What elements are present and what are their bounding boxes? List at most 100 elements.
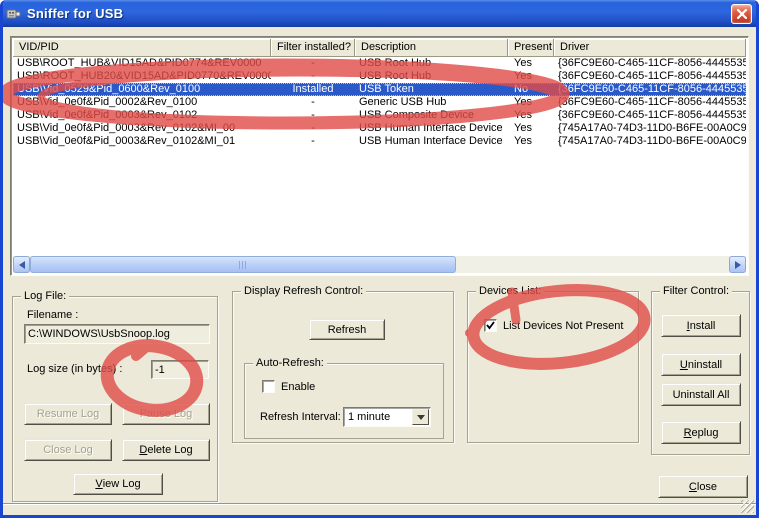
refresh-interval-label: Refresh Interval: bbox=[260, 411, 341, 423]
scroll-left-button[interactable] bbox=[13, 256, 30, 273]
cell-driver: {36FC9E60-C465-11CF-8056-44455354 bbox=[554, 70, 746, 83]
group-devices-list-legend: Devices List: bbox=[476, 285, 544, 297]
cell-filter: - bbox=[271, 70, 355, 83]
triangle-down-icon bbox=[417, 415, 425, 424]
check-icon bbox=[486, 321, 495, 330]
scroll-right-button[interactable] bbox=[729, 256, 746, 273]
group-display-refresh: Display Refresh Control: Refresh Auto-Re… bbox=[232, 291, 454, 443]
enable-label: Enable bbox=[281, 381, 315, 393]
table-row[interactable]: USB\Vid_0e0f&Pid_0003&Rev_0102&MI_01-USB… bbox=[13, 135, 746, 148]
dropdown-button[interactable] bbox=[412, 409, 429, 425]
group-display-refresh-legend: Display Refresh Control: bbox=[241, 285, 366, 297]
cell-desc: USB Root Hub bbox=[355, 57, 508, 70]
resize-grip-icon[interactable] bbox=[741, 500, 754, 513]
titlebar[interactable]: Sniffer for USB bbox=[0, 0, 759, 27]
cell-vidpid: USB\Vid_0e0f&Pid_0003&Rev_0102 bbox=[13, 109, 271, 122]
refresh-button[interactable]: Refresh bbox=[309, 319, 385, 340]
table-header: VID/PID Filter installed? Description Pr… bbox=[13, 39, 746, 57]
cell-driver: {745A17A0-74D3-11D0-B6FE-00A0C90 bbox=[554, 122, 746, 135]
scroll-thumb[interactable] bbox=[30, 256, 456, 273]
h-scrollbar[interactable] bbox=[13, 256, 746, 273]
dialog-client-area: VID/PID Filter installed? Description Pr… bbox=[3, 27, 756, 515]
delete-log-button[interactable]: Delete Log bbox=[122, 439, 210, 461]
cell-filter: Installed bbox=[271, 83, 355, 96]
device-table[interactable]: VID/PID Filter installed? Description Pr… bbox=[10, 36, 749, 276]
cell-present: Yes bbox=[508, 70, 554, 83]
cell-filter: - bbox=[271, 109, 355, 122]
filename-label: Filename : bbox=[27, 309, 78, 321]
close-icon bbox=[737, 9, 747, 19]
refresh-interval-select[interactable]: 1 minute bbox=[343, 407, 431, 427]
cell-driver: {36FC9E60-C465-11CF-8056-44455354 bbox=[554, 57, 746, 70]
column-header-filter[interactable]: Filter installed? bbox=[271, 39, 355, 57]
cell-present: Yes bbox=[508, 57, 554, 70]
resume-log-button[interactable]: Resume Log bbox=[24, 403, 112, 425]
checkbox-box bbox=[484, 319, 497, 332]
install-button[interactable]: Install bbox=[661, 314, 741, 337]
group-auto-refresh-legend: Auto-Refresh: bbox=[253, 357, 327, 369]
cell-filter: - bbox=[271, 135, 355, 148]
cell-vidpid: USB\Vid_0e0f&Pid_0003&Rev_0102&MI_00 bbox=[13, 122, 271, 135]
cell-driver: {745A17A0-74D3-11D0-B6FE-00A0C90 bbox=[554, 135, 746, 148]
replug-button[interactable]: Replug bbox=[661, 421, 741, 444]
group-filter-control-legend: Filter Control: bbox=[660, 285, 732, 297]
column-header-vidpid[interactable]: VID/PID bbox=[13, 39, 271, 57]
cell-desc: USB Human Interface Device bbox=[355, 122, 508, 135]
cell-desc: USB Composite Device bbox=[355, 109, 508, 122]
group-auto-refresh: Auto-Refresh: Enable Refresh Interval: 1… bbox=[244, 363, 444, 439]
column-header-desc[interactable]: Description bbox=[355, 39, 508, 57]
cell-present: Yes bbox=[508, 96, 554, 109]
enable-checkbox[interactable]: Enable bbox=[262, 380, 315, 393]
table-row[interactable]: USB\Vid_0e0f&Pid_0003&Rev_0102&MI_00-USB… bbox=[13, 122, 746, 135]
cell-present: Yes bbox=[508, 109, 554, 122]
triangle-right-icon bbox=[735, 261, 741, 269]
cell-driver: {36FC9E60-C465-11CF-8056-44455354 bbox=[554, 96, 746, 109]
cell-vidpid: USB\ROOT_HUB&VID15AD&PID0774&REV0000 bbox=[13, 57, 271, 70]
view-log-button[interactable]: View Log bbox=[73, 473, 163, 495]
refresh-interval-value: 1 minute bbox=[344, 411, 412, 423]
cell-driver: {36FC9E60-C465-11CF-8056-44455354 bbox=[554, 83, 746, 96]
cell-desc: USB Human Interface Device bbox=[355, 135, 508, 148]
cell-present: No bbox=[508, 83, 554, 96]
uninstall-all-button[interactable]: Uninstall All bbox=[661, 383, 741, 406]
cell-filter: - bbox=[271, 57, 355, 70]
usb-icon bbox=[6, 6, 22, 22]
status-bar-divider bbox=[3, 503, 756, 505]
cell-filter: - bbox=[271, 96, 355, 109]
cell-filter: - bbox=[271, 122, 355, 135]
group-devices-list: Devices List: List Devices Not Present bbox=[467, 291, 639, 443]
column-header-driver[interactable]: Driver bbox=[554, 39, 746, 57]
table-row[interactable]: USB\ROOT_HUB&VID15AD&PID0774&REV0000-USB… bbox=[13, 57, 746, 70]
sniffer-window: Sniffer for USB VID/PID Filter installed… bbox=[0, 0, 759, 518]
triangle-left-icon bbox=[19, 261, 25, 269]
gripper-icon bbox=[239, 261, 248, 269]
cell-vidpid: USB\Vid_0e0f&Pid_0003&Rev_0102&MI_01 bbox=[13, 135, 271, 148]
uninstall-button[interactable]: Uninstall bbox=[661, 353, 741, 376]
table-row[interactable]: USB\Vid_0e0f&Pid_0003&Rev_0102-USB Compo… bbox=[13, 109, 746, 122]
table-row[interactable]: USB\Vid_0e0f&Pid_0002&Rev_0100-Generic U… bbox=[13, 96, 746, 109]
group-filter-control: Filter Control: Install Uninstall Uninst… bbox=[651, 291, 750, 455]
cell-desc: USB Token bbox=[355, 83, 508, 96]
group-log-file-legend: Log File: bbox=[21, 290, 69, 302]
pause-log-button[interactable]: Pause Log bbox=[122, 403, 210, 425]
group-log-file: Log File: Filename : Log size (in bytes)… bbox=[12, 296, 218, 502]
list-devices-label: List Devices Not Present bbox=[503, 320, 623, 332]
close-dialog-button[interactable]: Close bbox=[658, 475, 748, 498]
cell-vidpid: USB\ROOT_HUB20&VID15AD&PID0770&REV0000 bbox=[13, 70, 271, 83]
table-row-selected[interactable]: USB\Vid_0529&Pid_0600&Rev_0100InstalledU… bbox=[13, 83, 746, 96]
close-log-button[interactable]: Close Log bbox=[24, 439, 112, 461]
cell-vidpid: USB\Vid_0e0f&Pid_0002&Rev_0100 bbox=[13, 96, 271, 109]
checkbox-box bbox=[262, 380, 275, 393]
cell-desc: Generic USB Hub bbox=[355, 96, 508, 109]
cell-desc: USB Root Hub bbox=[355, 70, 508, 83]
window-title: Sniffer for USB bbox=[27, 6, 123, 21]
table-body: USB\ROOT_HUB&VID15AD&PID0774&REV0000-USB… bbox=[13, 57, 746, 148]
list-devices-not-present-checkbox[interactable]: List Devices Not Present bbox=[484, 319, 623, 332]
log-size-input[interactable] bbox=[151, 360, 209, 379]
cell-present: Yes bbox=[508, 122, 554, 135]
filename-input[interactable] bbox=[24, 324, 210, 344]
column-header-present[interactable]: Present bbox=[508, 39, 554, 57]
table-row[interactable]: USB\ROOT_HUB20&VID15AD&PID0770&REV0000-U… bbox=[13, 70, 746, 83]
close-window-button[interactable] bbox=[731, 4, 752, 24]
cell-driver: {36FC9E60-C465-11CF-8056-44455354 bbox=[554, 109, 746, 122]
